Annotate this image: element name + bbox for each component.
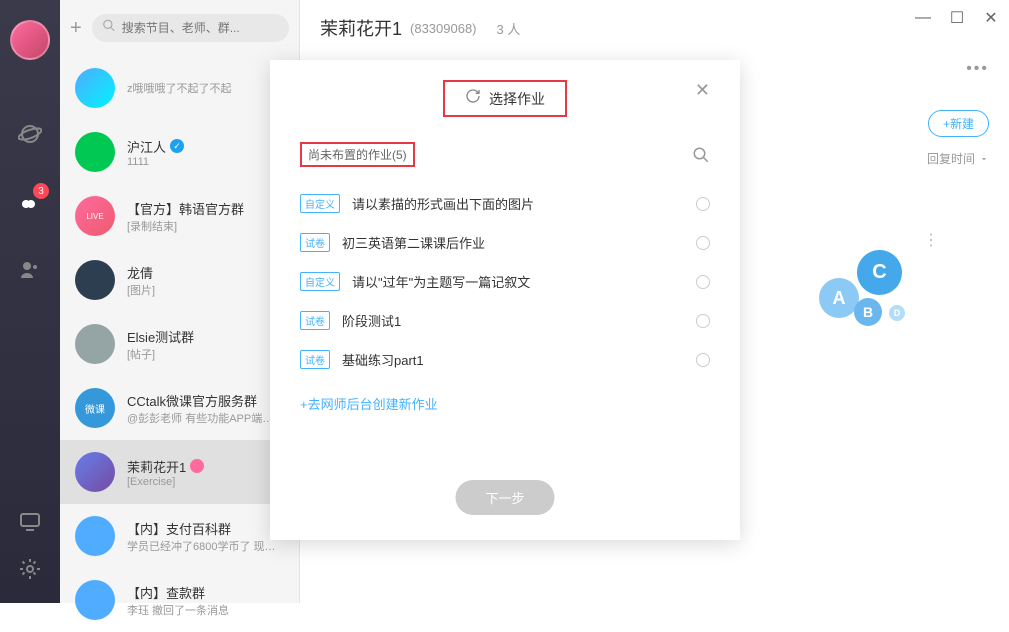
homework-tag: 试卷 bbox=[300, 350, 330, 369]
chat-subtitle: [图片] bbox=[127, 282, 284, 298]
main-header: 茉莉花开1 (83309068) 3 人 bbox=[300, 0, 1009, 56]
chat-members: 3 人 bbox=[497, 19, 521, 38]
chat-subtitle: 1111 bbox=[127, 156, 284, 168]
chat-item[interactable]: 【内】支付百科群学员已经冲了6800学币了 现在没 bbox=[60, 504, 299, 568]
chat-subtitle: @彭彭老师 有些功能APP端支持 bbox=[127, 410, 284, 426]
homework-name: 请以"过年"为主题写一篇记叙文 bbox=[352, 272, 684, 291]
contacts-icon[interactable] bbox=[16, 256, 44, 284]
nav-sidebar: 3 bbox=[0, 0, 60, 603]
homework-radio[interactable] bbox=[696, 314, 710, 328]
planet-icon[interactable] bbox=[16, 120, 44, 148]
chat-item[interactable]: z哦哦哦了不起了不起 bbox=[60, 56, 299, 120]
item-more-button[interactable]: ⋮ bbox=[923, 230, 939, 250]
homework-radio[interactable] bbox=[696, 236, 710, 250]
chat-avatar bbox=[75, 260, 115, 300]
add-button[interactable]: + bbox=[70, 16, 82, 40]
modal-close-button[interactable]: ✕ bbox=[695, 80, 710, 101]
chat-name: 【内】支付百科群 bbox=[127, 519, 284, 538]
verified-icon: ✓ bbox=[170, 139, 184, 153]
homework-item[interactable]: 试卷基础练习part1 bbox=[300, 340, 710, 379]
chat-avatar bbox=[75, 516, 115, 556]
chat-list-panel: + z哦哦哦了不起了不起沪江人✓1111LIVE【官方】韩语官方群[录制结束]龙… bbox=[60, 0, 300, 603]
chat-subtitle: [Exercise] bbox=[127, 476, 284, 488]
homework-item[interactable]: 试卷阶段测试1 bbox=[300, 301, 710, 340]
modal-title: 选择作业 bbox=[489, 89, 545, 109]
chat-title: 茉莉花开1 bbox=[320, 15, 402, 41]
modal-title-highlight: 选择作业 bbox=[443, 80, 567, 117]
chat-name: 龙倩 bbox=[127, 263, 284, 282]
modal-search-icon[interactable] bbox=[692, 146, 710, 169]
homework-tag: 自定义 bbox=[300, 272, 340, 291]
chat-name: 沪江人✓ bbox=[127, 137, 284, 156]
select-homework-modal: 选择作业 ✕ 尚未布置的作业(5) 自定义请以素描的形式画出下面的图片试卷初三英… bbox=[270, 60, 740, 540]
chat-subtitle: z哦哦哦了不起了不起 bbox=[127, 80, 284, 96]
more-button[interactable]: ••• bbox=[966, 60, 989, 78]
homework-name: 基础练习part1 bbox=[342, 350, 684, 369]
homework-tag: 自定义 bbox=[300, 194, 340, 213]
new-button[interactable]: +新建 bbox=[928, 110, 989, 137]
window-controls: — ☐ ✕ bbox=[915, 10, 999, 26]
chat-subtitle: 李珏 撤回了一条消息 bbox=[127, 602, 284, 618]
homework-radio[interactable] bbox=[696, 275, 710, 289]
chat-avatar bbox=[75, 132, 115, 172]
search-input[interactable] bbox=[92, 14, 289, 42]
chat-name: CCtalk微课官方服务群 bbox=[127, 391, 284, 410]
chat-id: (83309068) bbox=[410, 21, 477, 36]
chat-avatar: LIVE bbox=[75, 196, 115, 236]
create-homework-link[interactable]: +去网师后台创建新作业 bbox=[300, 394, 438, 413]
chat-name: 【官方】韩语官方群 bbox=[127, 199, 284, 218]
abc-graphic: C A B D bbox=[819, 250, 909, 330]
chat-icon[interactable]: 3 bbox=[16, 188, 44, 216]
chat-item[interactable]: LIVE 【官方】韩语官方群[录制结束] bbox=[60, 184, 299, 248]
chat-subtitle: 学员已经冲了6800学币了 现在没 bbox=[127, 538, 284, 554]
chat-item[interactable]: 微课 CCtalk微课官方服务群@彭彭老师 有些功能APP端支持 bbox=[60, 376, 299, 440]
homework-name: 请以素描的形式画出下面的图片 bbox=[352, 194, 684, 213]
homework-tag: 试卷 bbox=[300, 233, 330, 252]
chat-avatar bbox=[75, 580, 115, 620]
chat-item[interactable]: 茉莉花开1[Exercise] bbox=[60, 440, 299, 504]
homework-name: 初三英语第二课课后作业 bbox=[342, 233, 684, 252]
close-button[interactable]: ✕ bbox=[983, 10, 999, 26]
search-icon bbox=[102, 19, 116, 38]
search-bar: + bbox=[60, 0, 299, 56]
section-label-highlight: 尚未布置的作业(5) bbox=[300, 142, 415, 167]
chat-subtitle: [帖子] bbox=[127, 346, 284, 362]
homework-radio[interactable] bbox=[696, 353, 710, 367]
maximize-button[interactable]: ☐ bbox=[949, 10, 965, 26]
chat-avatar: 微课 bbox=[75, 388, 115, 428]
reply-time-sort[interactable]: 回复时间 bbox=[927, 150, 989, 167]
homework-item[interactable]: 自定义请以"过年"为主题写一篇记叙文 bbox=[300, 262, 710, 301]
chat-name: Elsie测试群 bbox=[127, 327, 284, 346]
homework-name: 阶段测试1 bbox=[342, 311, 684, 330]
chat-avatar bbox=[75, 452, 115, 492]
chat-item[interactable]: 龙倩[图片] bbox=[60, 248, 299, 312]
chat-item[interactable]: Elsie测试群[帖子] bbox=[60, 312, 299, 376]
homework-item[interactable]: 自定义请以素描的形式画出下面的图片 bbox=[300, 184, 710, 223]
minimize-button[interactable]: — bbox=[915, 10, 931, 26]
chat-avatar bbox=[75, 68, 115, 108]
homework-radio[interactable] bbox=[696, 197, 710, 211]
toolbar: ••• bbox=[966, 60, 989, 78]
homework-tag: 试卷 bbox=[300, 311, 330, 330]
homework-item[interactable]: 试卷初三英语第二课课后作业 bbox=[300, 223, 710, 262]
chat-name: 【内】查款群 bbox=[127, 583, 284, 602]
user-avatar[interactable] bbox=[10, 20, 50, 60]
next-button[interactable]: 下一步 bbox=[455, 480, 554, 515]
settings-icon[interactable] bbox=[16, 555, 44, 583]
pink-badge-icon bbox=[190, 459, 204, 473]
chat-subtitle: [录制结束] bbox=[127, 218, 284, 234]
chat-name: 茉莉花开1 bbox=[127, 457, 284, 476]
chat-item[interactable]: 沪江人✓1111 bbox=[60, 120, 299, 184]
chat-badge: 3 bbox=[33, 183, 49, 199]
chat-item[interactable]: 【内】查款群李珏 撤回了一条消息 bbox=[60, 568, 299, 632]
chat-avatar bbox=[75, 324, 115, 364]
refresh-icon[interactable] bbox=[465, 88, 481, 109]
monitor-icon[interactable] bbox=[16, 507, 44, 535]
